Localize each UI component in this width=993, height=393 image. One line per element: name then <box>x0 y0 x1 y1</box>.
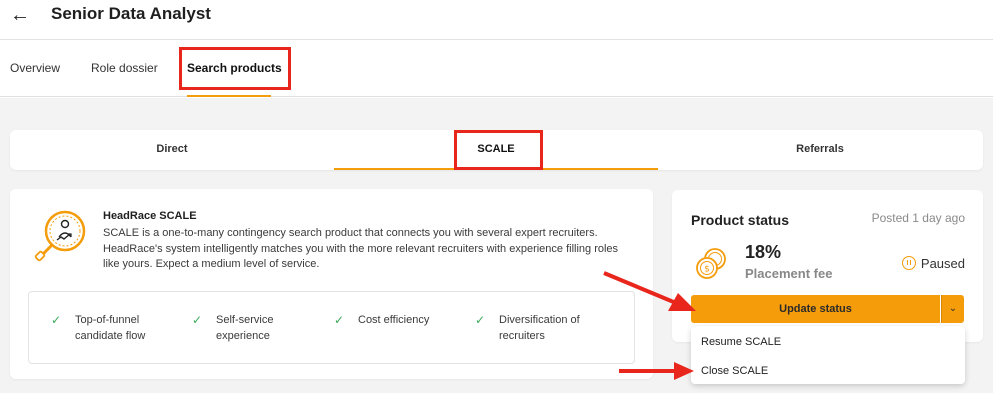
tab-referrals[interactable]: Referrals <box>658 130 982 170</box>
check-icon: ✓ <box>334 313 345 327</box>
feature-label: Cost efficiency <box>358 314 430 326</box>
menu-item-resume-scale[interactable]: Resume SCALE <box>701 336 781 348</box>
scale-search-icon <box>34 210 86 262</box>
product-description: SCALE is a one-to-many contingency searc… <box>103 227 619 270</box>
product-title: HeadRace SCALE <box>103 210 197 222</box>
tab-overview[interactable]: Overview <box>10 61 60 75</box>
feature-label: Self-service experience <box>216 314 274 342</box>
menu-item-close-scale[interactable]: Close SCALE <box>701 365 768 377</box>
check-icon: ✓ <box>192 313 203 327</box>
page-title: Senior Data Analyst <box>51 4 211 23</box>
feature-label: Top-of-funnel candidate flow <box>75 314 146 342</box>
active-tab-indicator <box>187 95 271 97</box>
tab-bar: Overview Role dossier Search products <box>0 41 993 97</box>
chevron-down-icon[interactable]: ⌄ <box>941 295 964 323</box>
check-icon: ✓ <box>51 313 62 327</box>
coins-icon: $ <box>696 248 726 279</box>
posted-date: Posted 1 day ago <box>871 211 965 225</box>
update-status-button[interactable]: Update status <box>691 295 940 323</box>
product-description-card: HeadRace SCALE SCALE is a one-to-many co… <box>10 189 653 379</box>
pause-icon <box>901 256 916 270</box>
placement-fee-label: Placement fee <box>745 266 833 281</box>
status-dropdown-menu: Resume SCALE Close SCALE <box>691 326 965 384</box>
feature-label: Diversification of recruiters <box>499 314 580 342</box>
page-header: ← Senior Data Analyst <box>0 0 993 40</box>
svg-text:$: $ <box>704 265 710 275</box>
product-status-card: Product status Posted 1 day ago $ 18% Pl… <box>672 190 983 342</box>
placement-fee-value: 18% <box>745 242 782 262</box>
status-text: Paused <box>920 256 965 271</box>
highlight-box <box>454 130 543 170</box>
status-badge: Paused <box>901 254 965 271</box>
tab-role-dossier[interactable]: Role dossier <box>91 61 158 75</box>
highlight-box <box>179 47 291 90</box>
status-title: Product status <box>691 212 790 228</box>
tab-direct[interactable]: Direct <box>10 130 334 170</box>
check-icon: ✓ <box>475 313 486 327</box>
feature-list: ✓ Top-of-funnel candidate flow ✓ Self-se… <box>28 291 635 364</box>
arrow-left-icon[interactable]: ← <box>10 4 30 26</box>
